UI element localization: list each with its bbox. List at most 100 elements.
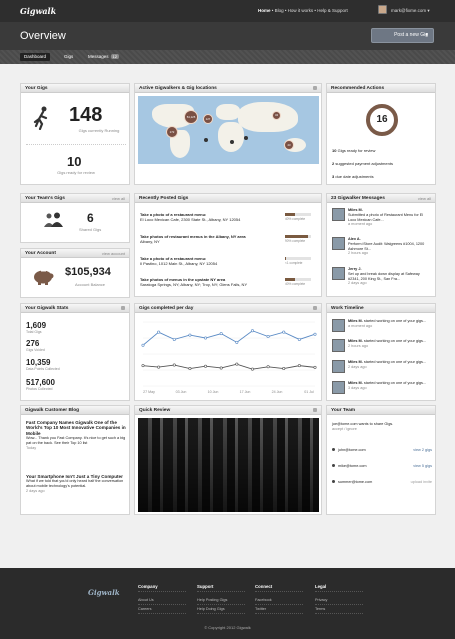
shared-gigs-count: 6 [87, 211, 94, 225]
gigwalk-logo[interactable]: Gigwalk [20, 6, 56, 16]
tab-messages[interactable]: Messages 12 [84, 53, 123, 61]
message-time: 2 hours ago [348, 251, 369, 256]
piggy-bank-icon [34, 270, 54, 285]
cluster-marker[interactable]: 127 [203, 114, 213, 124]
footer-logo[interactable]: Gigwalk [88, 588, 120, 597]
footer-link[interactable]: Facebook [255, 596, 303, 605]
accept-ignore-link[interactable]: accept / ignore [332, 427, 357, 431]
footer-link[interactable]: Help Posting Gigs [197, 596, 245, 605]
your-gigs-panel: Your Gigs 148 Gigs currently Running 10 … [20, 83, 130, 185]
action-count: 2 [332, 161, 335, 166]
top-nav: Home • Blog • How it works • Help & Supp… [258, 8, 348, 13]
gig-item[interactable]: Take photos of restaurant menus in the A… [140, 234, 280, 244]
footer-col-title: Legal [315, 582, 363, 592]
member-link[interactable]: view 5 gigs [413, 464, 432, 468]
footer-link[interactable]: About Us [138, 596, 186, 605]
timeline-item[interactable]: Miles M. started working on one of your … [332, 360, 432, 380]
timeline-item[interactable]: Miles M. started working on one of your … [332, 339, 432, 359]
actions-ring: 16 [366, 104, 398, 136]
map-pin[interactable] [204, 138, 208, 142]
gig-item[interactable]: Take photos of menus in the upstate NY a… [140, 277, 280, 287]
footer-col-title: Connect [255, 582, 303, 592]
view-account-link[interactable]: view account [102, 249, 125, 257]
team-member[interactable]: summer@tome.com upload invite [332, 480, 432, 484]
member-link[interactable]: view 2 gigs [413, 448, 432, 452]
cluster-marker[interactable]: 23 [284, 140, 294, 150]
blog-post[interactable]: Fast Company Names Gigwalk One of the Wo… [26, 420, 126, 451]
expand-icon[interactable] [313, 306, 317, 310]
sender-avatar [332, 208, 345, 221]
nav-links[interactable]: • Blog • How it works • Help & Support [271, 8, 348, 13]
view-all-link[interactable]: view all [112, 194, 125, 202]
account-panel: Your Account view account $105,934 Accoun… [20, 248, 130, 298]
action-count: 10 [332, 148, 337, 153]
worker-avatar [332, 339, 345, 352]
message-item[interactable]: Alex A. Perform iStore Audit: Walgreens #… [332, 237, 432, 265]
cluster-marker[interactable]: 34 [272, 111, 281, 120]
worker-name: Miles M. [348, 319, 363, 323]
x-tick-label: 03 Jun [176, 390, 187, 394]
avatar[interactable] [378, 5, 387, 14]
panel-title-text: 23 Gigwalker Messages [331, 196, 385, 201]
action-item[interactable]: 3 due date adjustments [332, 174, 374, 179]
member-link[interactable]: upload invite [411, 480, 432, 484]
message-text: Submitted a photo of Restaurant Menu for… [348, 212, 424, 222]
worker-avatar [332, 319, 345, 332]
panel-title: Gigs completed per day [135, 304, 321, 313]
member-dot [332, 464, 335, 467]
gig-progress-label: <1 complete [285, 261, 303, 265]
footer-link[interactable]: Careers [138, 605, 186, 614]
asia-shape [238, 102, 298, 132]
user-menu[interactable]: mark@fixme.com ▾ [391, 8, 430, 14]
panel-title: Work Timeline [327, 304, 435, 313]
team-member[interactable]: mike@tome.com view 5 gigs [332, 464, 432, 468]
cluster-marker[interactable]: 172 [166, 126, 178, 138]
view-all-link[interactable]: view all [418, 194, 431, 202]
expand-icon[interactable] [313, 86, 317, 90]
action-text: Gigs ready for review [337, 148, 376, 153]
world-map[interactable]: 172 54,125 127 34 23 [138, 96, 319, 164]
data-point [282, 330, 286, 334]
footer-link[interactable]: Help Doing Gigs [197, 605, 245, 614]
review-photo[interactable] [138, 418, 319, 512]
team-member[interactable]: john@tome.com view 2 gigs [332, 448, 432, 452]
page-title: Overview [20, 30, 66, 42]
map-pin[interactable] [244, 136, 248, 140]
review-gigs-count: 10 [67, 154, 82, 169]
gig-progress-bar [285, 235, 311, 238]
gig-item[interactable]: Take a photo of a restaurant menu: Il Pas… [140, 256, 280, 266]
tab-dashboard[interactable]: Dashboard [20, 53, 51, 61]
footer-col-legal: Legal Privacy Terms [315, 582, 363, 614]
footer-col-connect: Connect Facebook Twitter [255, 582, 303, 614]
team-gigs-panel: Your Team's Gigs view all 6 Shared Gigs [20, 193, 130, 243]
blog-post[interactable]: Your Smartphone Isn't Just a Tiny Comput… [26, 474, 126, 494]
timeline-item[interactable]: Miles M. started working on one of your … [332, 381, 432, 401]
share-invite: joe@tome.com wants to share Gigs. accept … [332, 422, 393, 432]
gig-progress-bar [285, 278, 311, 281]
blog-post-time: Today [26, 445, 37, 450]
expand-icon[interactable] [313, 408, 317, 412]
post-new-gig-button[interactable]: Post a new Gig ▾ [371, 28, 434, 43]
gig-item[interactable]: Take a photo of a restaurant menu: El Loc… [140, 212, 280, 222]
action-text: suggested payment adjustments [335, 161, 393, 166]
map-panel: Active Gigwalkers & Gig locations 172 54… [134, 83, 322, 185]
stats-panel: Your Gigwalk Stats 1,609 Total Gigs 276 Gi… [20, 303, 130, 401]
message-item[interactable]: Jerry J. Set up and break down display at… [332, 267, 432, 295]
panel-title-text: Your Team's Gigs [25, 196, 65, 201]
nav-home-link[interactable]: Home [258, 8, 271, 13]
data-point [219, 332, 223, 336]
footer-col-title: Company [138, 582, 186, 592]
data-point [235, 340, 239, 344]
expand-icon[interactable] [121, 306, 125, 310]
footer-link[interactable]: Twitter [255, 605, 303, 614]
footer-link[interactable]: Terms [315, 605, 363, 614]
tab-gigs[interactable]: Gigs [60, 53, 77, 61]
map-pin[interactable] [230, 140, 234, 144]
footer-link[interactable]: Privacy [315, 596, 363, 605]
timeline-item[interactable]: Miles M. started working on one of your … [332, 319, 432, 339]
cluster-marker[interactable]: 54,125 [184, 110, 198, 124]
action-item[interactable]: 2 suggested payment adjustments [332, 161, 393, 166]
message-item[interactable]: Miles M. Submitted a photo of Restaurant … [332, 208, 432, 236]
action-item[interactable]: 10 Gigs ready for review [332, 148, 375, 153]
europe-shape [216, 104, 240, 120]
